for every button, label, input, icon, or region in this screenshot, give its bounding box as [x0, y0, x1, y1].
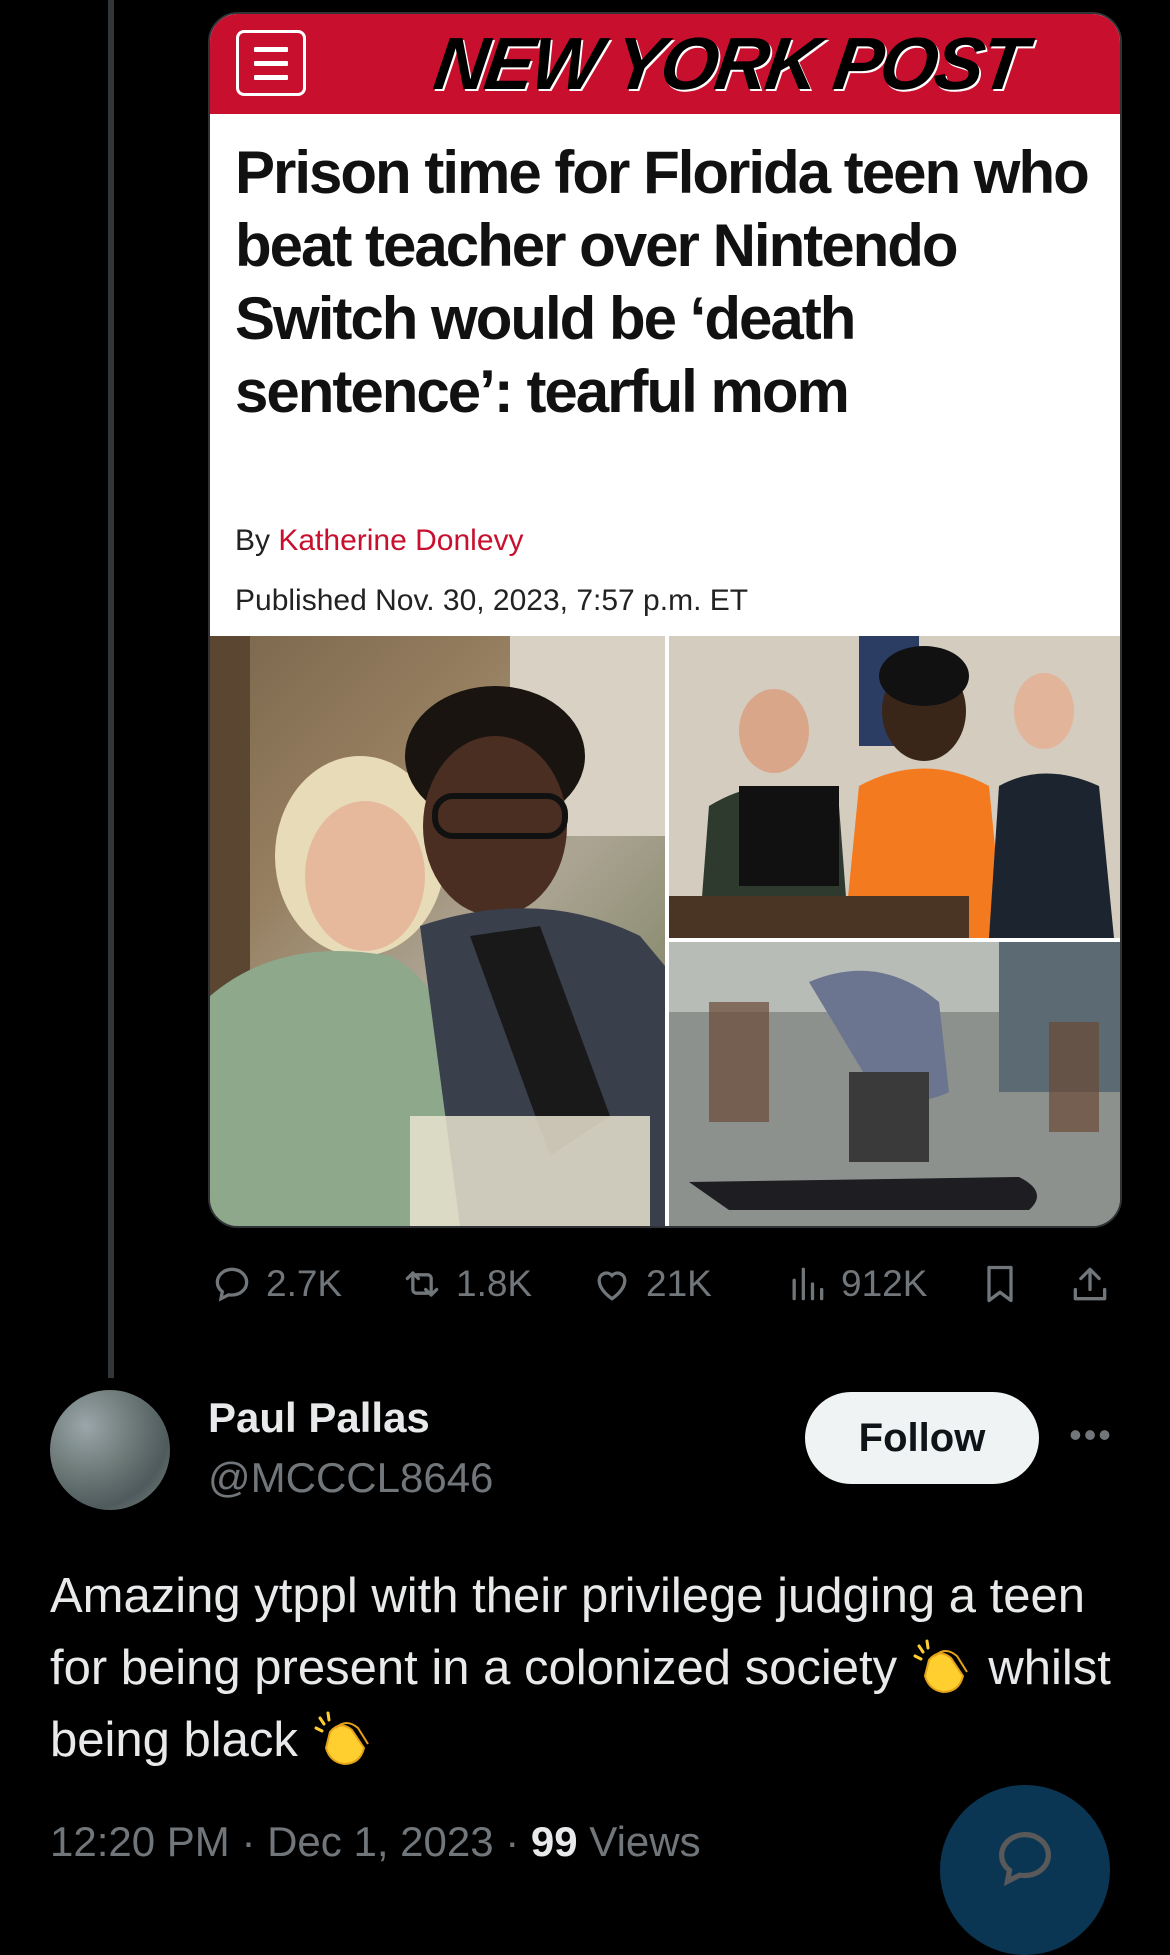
more-icon[interactable]: •••: [1068, 1412, 1114, 1458]
like-action[interactable]: 21K: [590, 1262, 712, 1306]
article-card[interactable]: NEW YORK POST Prison time for Florida te…: [208, 12, 1122, 1228]
share-action[interactable]: [1068, 1262, 1112, 1306]
compose-reply-icon: [999, 1832, 1051, 1887]
share-icon: [1073, 1267, 1107, 1301]
article-author: Katherine Donlevy: [278, 524, 524, 557]
reply-timestamp[interactable]: 12:20 PM · Dec 1, 2023 ·: [50, 1818, 531, 1865]
clapping-hands-icon: [913, 1639, 968, 1694]
menu-icon: [236, 30, 306, 96]
repost-action[interactable]: 1.8K: [400, 1262, 532, 1306]
reply-icon: [215, 1267, 249, 1302]
reply-action[interactable]: 2.7K: [210, 1262, 342, 1306]
photo-teacher-and-teen: [210, 636, 665, 1226]
views-icon: [792, 1267, 824, 1301]
article-byline: By Katherine Donlevy: [235, 524, 524, 558]
reply-count: 2.7K: [266, 1263, 343, 1304]
bookmark-icon: [987, 1265, 1013, 1303]
byline-prefix: By: [235, 524, 279, 557]
article-published-date: Published Nov. 30, 2023, 7:57 p.m. ET: [235, 584, 749, 617]
reply-handle[interactable]: @MCCCL8646: [208, 1454, 493, 1502]
nypost-header: NEW YORK POST: [210, 14, 1120, 114]
thread-line: [108, 0, 114, 1378]
reply-text: Amazing ytppl with their privilege judgi…: [50, 1560, 1130, 1776]
views-count: 912K: [841, 1263, 928, 1304]
follow-button[interactable]: Follow: [805, 1392, 1039, 1484]
clapping-hands-icon: [314, 1711, 369, 1766]
photo-surveillance-still: [669, 942, 1120, 1226]
like-count: 21K: [646, 1263, 712, 1304]
reply-views-count: 99: [530, 1818, 578, 1865]
reply-meta: 12:20 PM · Dec 1, 2023 · 99 Views: [50, 1818, 701, 1866]
publication-logo: NEW YORK POST: [429, 22, 1030, 105]
reply-display-name[interactable]: Paul Pallas: [208, 1394, 430, 1442]
tweet-action-bar: 2.7K 1.8K 21K 912K: [0, 1262, 1170, 1322]
repost-count: 1.8K: [456, 1263, 533, 1304]
reply-views-label: Views: [577, 1818, 701, 1865]
compose-reply-button[interactable]: [940, 1785, 1110, 1955]
bookmark-action[interactable]: [978, 1262, 1022, 1306]
article-headline: Prison time for Florida teen who beat te…: [235, 139, 1090, 425]
avatar[interactable]: [50, 1390, 170, 1510]
photo-courtroom: [669, 636, 1120, 938]
like-icon: [597, 1271, 627, 1301]
repost-icon: [405, 1271, 439, 1297]
views-action[interactable]: 912K: [785, 1262, 927, 1306]
